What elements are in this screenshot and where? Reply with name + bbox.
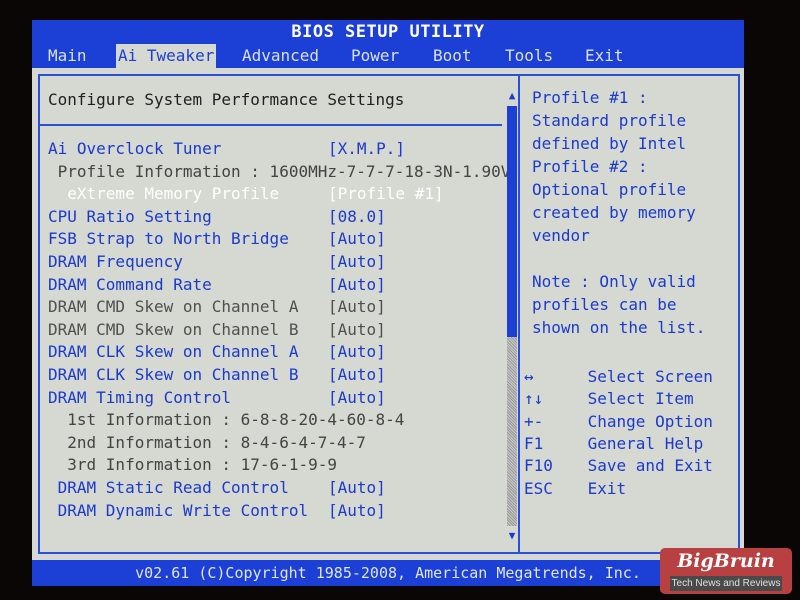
panel-heading: Configure System Performance Settings [48, 90, 405, 109]
tab-boot[interactable]: Boot [431, 44, 474, 68]
key-description: Change Option [578, 411, 713, 431]
setting-value[interactable]: [Auto] [328, 296, 386, 318]
help-text-line: Note : Only valid [532, 272, 696, 291]
setting-label: Profile Information : 1600MHz-7-7-7-18-3… [48, 161, 511, 181]
menu-bar: Main Ai Tweaker Advanced Power Boot Tool… [32, 44, 744, 68]
watermark-logo: BigBruin Tech News and Reviews [660, 548, 792, 594]
key-description: General Help [578, 433, 704, 453]
help-text-line: shown on the list. [532, 318, 706, 337]
tab-ai-tweaker[interactable]: Ai Tweaker [116, 44, 217, 68]
setting-value[interactable]: [Auto] [328, 319, 386, 341]
heading-divider [40, 124, 502, 126]
key-label: ↔ [524, 367, 534, 386]
setting-label: FSB Strap to North Bridge [48, 229, 289, 249]
key-description: Save and Exit [578, 456, 713, 476]
scroll-thumb[interactable] [507, 106, 517, 337]
help-text-line: defined by Intel [532, 134, 687, 153]
scroll-down-arrow-icon[interactable]: ▼ [506, 530, 518, 542]
setting-label: DRAM CLK Skew on Channel B [48, 365, 299, 384]
tab-power[interactable]: Power [349, 44, 401, 68]
setting-label: DRAM CLK Skew on Channel A [48, 342, 299, 362]
setting-value[interactable]: [Auto] [328, 251, 386, 273]
help-text-line: profiles can be [532, 295, 677, 314]
setting-value[interactable]: [Auto] [328, 364, 386, 386]
key-label: F1 [524, 433, 544, 453]
setting-label: DRAM Timing Control [48, 387, 232, 407]
tab-main[interactable]: Main [46, 44, 89, 68]
setting-label: 3rd Information : 17-6-1-9-9 [48, 455, 337, 475]
key-description: Select Screen [578, 367, 713, 386]
setting-label: Ai Overclock Tuner [48, 139, 222, 158]
help-text-line: Profile #1 : [532, 88, 648, 107]
setting-value[interactable]: [Auto] [328, 477, 386, 499]
setting-label: 1st Information : 6-8-8-20-4-60-8-4 [48, 410, 405, 430]
tab-advanced[interactable]: Advanced [240, 44, 321, 68]
setting-value[interactable]: [Auto] [328, 228, 386, 250]
setting-value[interactable]: [Auto] [328, 500, 386, 522]
setting-value[interactable]: [Profile #1] [328, 183, 444, 205]
key-label: F10 [524, 456, 553, 476]
key-label: ESC [524, 478, 553, 498]
scrollbar[interactable]: ▲ ▼ [506, 90, 518, 542]
help-panel: Profile #1 : Standard profile defined by I… [518, 74, 740, 554]
setting-label: 2nd Information : 8-4-6-4-7-4-7 [48, 432, 366, 452]
help-text-line: vendor [532, 226, 590, 245]
setting-label: DRAM CMD Skew on Channel A [48, 297, 299, 317]
setting-value[interactable]: [X.M.P.] [328, 138, 405, 160]
tab-tools[interactable]: Tools [503, 44, 555, 68]
watermark-brand: BigBruin [677, 550, 775, 572]
help-text-line: Optional profile [532, 180, 687, 199]
setting-label: DRAM Dynamic Write Control [48, 500, 309, 520]
setting-value[interactable]: [Auto] [328, 274, 386, 296]
scroll-track[interactable] [507, 106, 517, 526]
key-description: Select Item [578, 389, 694, 409]
key-description: Exit [578, 478, 627, 498]
setting-label: eXtreme Memory Profile [48, 184, 280, 204]
setting-label: DRAM Frequency [48, 252, 183, 271]
scroll-up-arrow-icon[interactable]: ▲ [506, 90, 518, 102]
key-label: ↑↓ [524, 389, 544, 409]
setting-label: CPU Ratio Setting [48, 206, 212, 226]
copyright-footer: v02.61 (C)Copyright 1985-2008, American … [32, 560, 744, 586]
tab-exit[interactable]: Exit [583, 44, 626, 68]
setting-label: DRAM CMD Skew on Channel B [48, 319, 299, 339]
setting-value[interactable]: [08.0] [328, 206, 386, 228]
bios-title: BIOS SETUP UTILITY [32, 20, 744, 44]
setting-value[interactable]: [Auto] [328, 341, 386, 363]
watermark-tagline: Tech News and Reviews [670, 576, 782, 591]
setting-label: DRAM Command Rate [48, 274, 212, 294]
help-text-line: Profile #2 : [532, 157, 648, 176]
help-text-line: Standard profile [532, 111, 687, 130]
settings-panel: Configure System Performance Settings Ai… [38, 74, 520, 554]
help-text-line: created by memory [532, 203, 696, 222]
setting-label: DRAM Static Read Control [48, 478, 289, 497]
bios-screen: BIOS SETUP UTILITY Main Ai Tweaker Advan… [32, 20, 744, 586]
setting-value[interactable]: [Auto] [328, 387, 386, 409]
key-label: +- [524, 411, 544, 431]
